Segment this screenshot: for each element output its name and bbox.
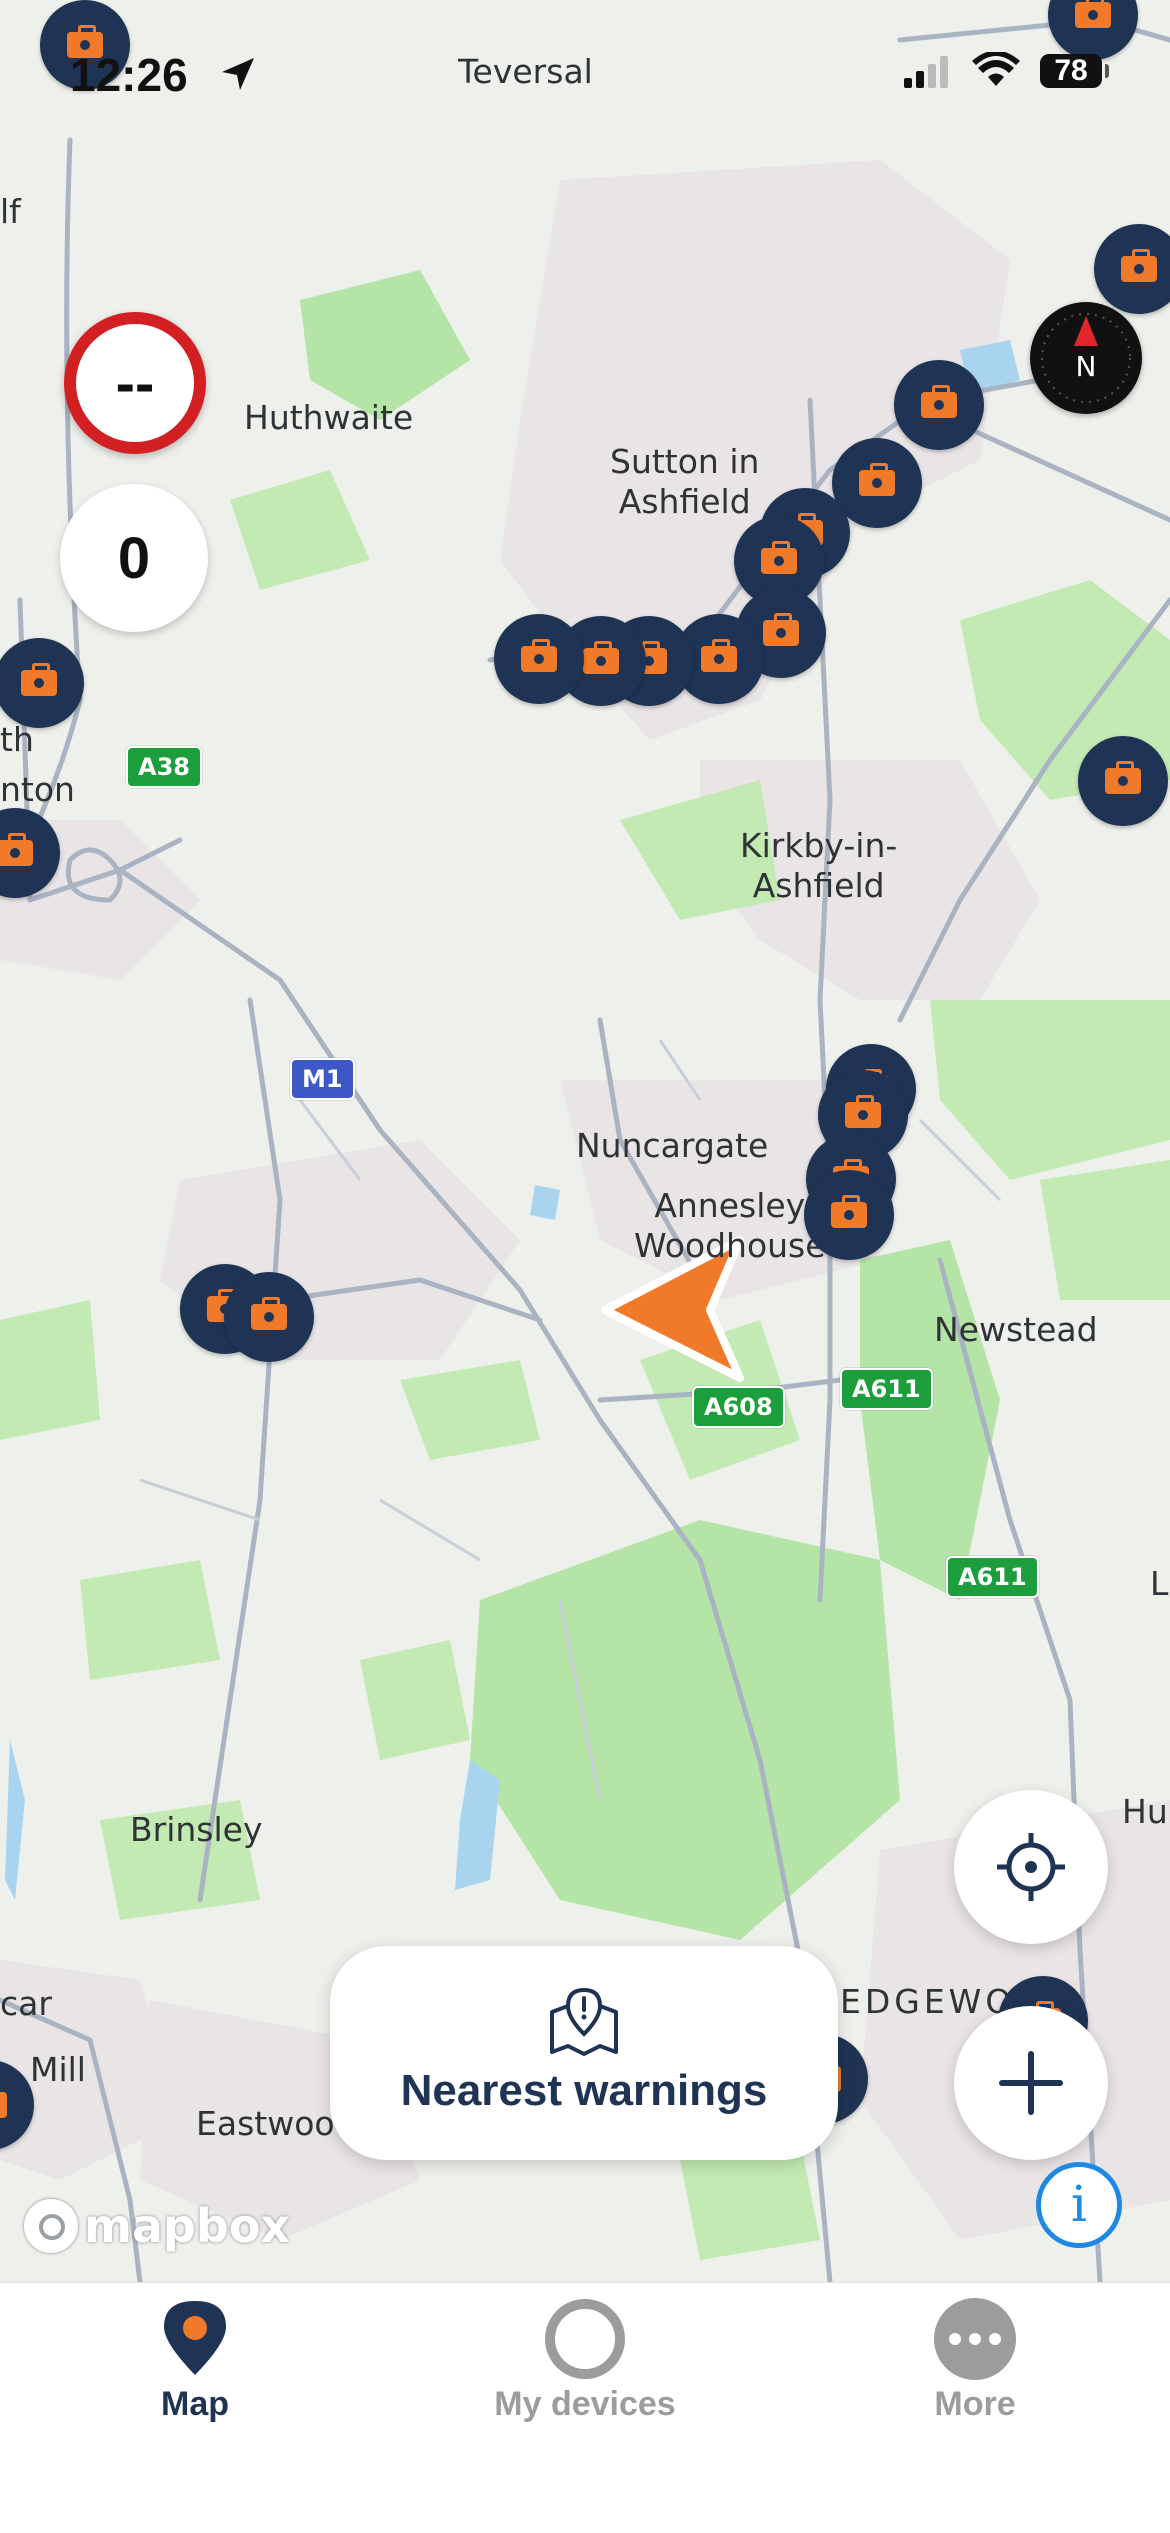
place-label-nuncargate: Nuncargate xyxy=(576,1126,769,1165)
place-label-brinsley: Brinsley xyxy=(130,1810,263,1849)
road-shield-a38: A38 xyxy=(126,746,202,788)
place-label-newstead: Newstead xyxy=(934,1310,1098,1349)
speed-camera-marker[interactable] xyxy=(894,360,984,450)
speed-camera-marker[interactable] xyxy=(804,1170,894,1260)
current-speed: 0 xyxy=(60,484,208,632)
speed-camera-marker[interactable] xyxy=(1078,736,1168,826)
tab-my-devices-label: My devices xyxy=(494,2385,676,2423)
recenter-button[interactable] xyxy=(954,1790,1108,1944)
tab-bar: Map My devices More xyxy=(0,2282,1170,2533)
location-arrow-icon xyxy=(222,58,254,90)
map-pin-icon xyxy=(164,2301,226,2375)
status-time: 12:26 xyxy=(70,49,188,101)
speed-camera-marker[interactable] xyxy=(494,614,584,704)
mapbox-label: mapbox xyxy=(84,2199,291,2253)
cellular-signal-icon xyxy=(904,56,948,88)
place-label-huthwaite: Huthwaite xyxy=(244,398,414,437)
place-label-mill: Mill xyxy=(30,2050,86,2089)
compass-button[interactable]: N xyxy=(1030,302,1142,414)
speed-limit-sign: -- xyxy=(64,312,206,454)
road-shield-m1: M1 xyxy=(290,1058,355,1100)
nearest-warnings-button[interactable]: Nearest warnings xyxy=(330,1946,838,2160)
info-button[interactable]: i xyxy=(1036,2162,1122,2248)
tab-my-devices[interactable]: My devices xyxy=(390,2283,780,2443)
place-label-car: car xyxy=(0,1984,52,2023)
tab-more-label: More xyxy=(934,2385,1016,2423)
road-shield-a608: A608 xyxy=(692,1386,785,1428)
mapbox-logo-icon xyxy=(24,2199,78,2253)
map-warning-icon xyxy=(550,1987,618,2056)
nearest-warnings-label: Nearest warnings xyxy=(400,2066,768,2115)
tab-map[interactable]: Map xyxy=(0,2283,390,2443)
plus-icon xyxy=(999,2051,1063,2115)
speed-camera-marker[interactable] xyxy=(224,1272,314,1362)
place-label-edgewood: EDGEWO xyxy=(840,1982,1016,2021)
battery-indicator: 78 xyxy=(1040,54,1109,88)
road-shield-a611: A611 xyxy=(840,1368,933,1410)
place-label-hu: Hu xyxy=(1122,1792,1168,1831)
device-ring-icon xyxy=(545,2299,625,2379)
place-label-nton: nton xyxy=(0,770,75,809)
road-shield-a611: A611 xyxy=(946,1556,1039,1598)
place-label-annesley-woodhouse: Annesley Woodhouse xyxy=(634,1186,826,1265)
compass-north-label: N xyxy=(1075,350,1097,383)
more-dots-icon xyxy=(934,2298,1016,2380)
mapbox-attribution[interactable]: mapbox xyxy=(24,2196,290,2256)
place-label-kirkby-in-ashfield: Kirkby-in- Ashfield xyxy=(740,826,898,905)
place-label-l: L xyxy=(1150,1564,1169,1603)
place-label-lf: lf xyxy=(0,192,21,231)
add-report-button[interactable] xyxy=(954,2006,1108,2160)
wifi-icon xyxy=(972,52,1020,86)
crosshair-icon xyxy=(997,1833,1065,1901)
tab-map-label: Map xyxy=(161,2385,229,2423)
tab-more[interactable]: More xyxy=(780,2283,1170,2443)
place-label-sutton-in-ashfield: Sutton in Ashfield xyxy=(610,442,760,521)
status-bar: 12:26 78 xyxy=(0,40,1170,110)
